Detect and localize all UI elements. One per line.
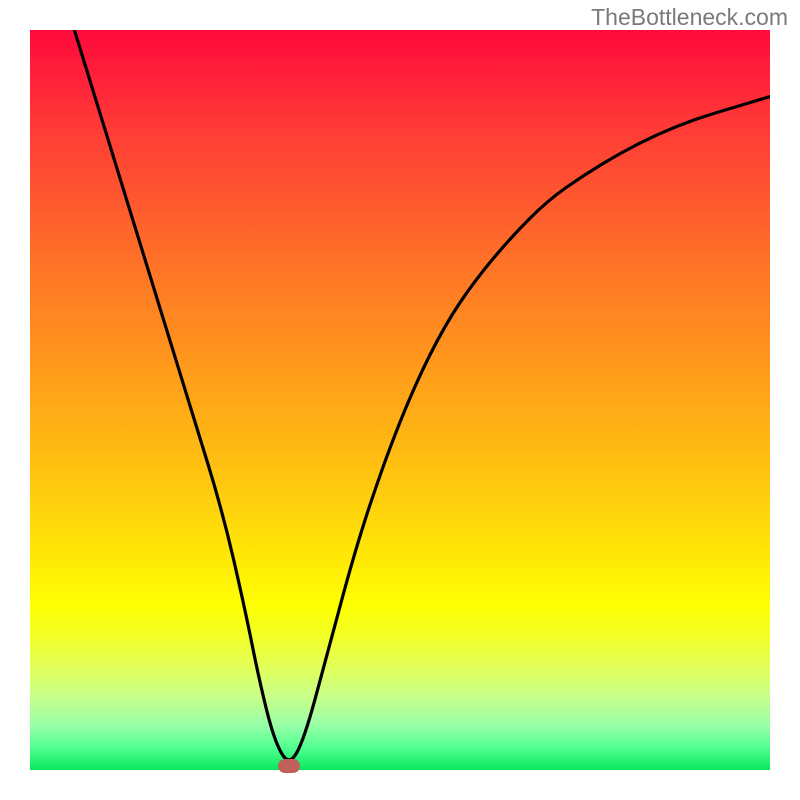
chart-container: TheBottleneck.com [0, 0, 800, 800]
attribution-text: TheBottleneck.com [591, 4, 788, 31]
plot-gradient-background [30, 30, 770, 770]
chart-frame [30, 30, 770, 770]
minimum-marker [278, 759, 300, 773]
